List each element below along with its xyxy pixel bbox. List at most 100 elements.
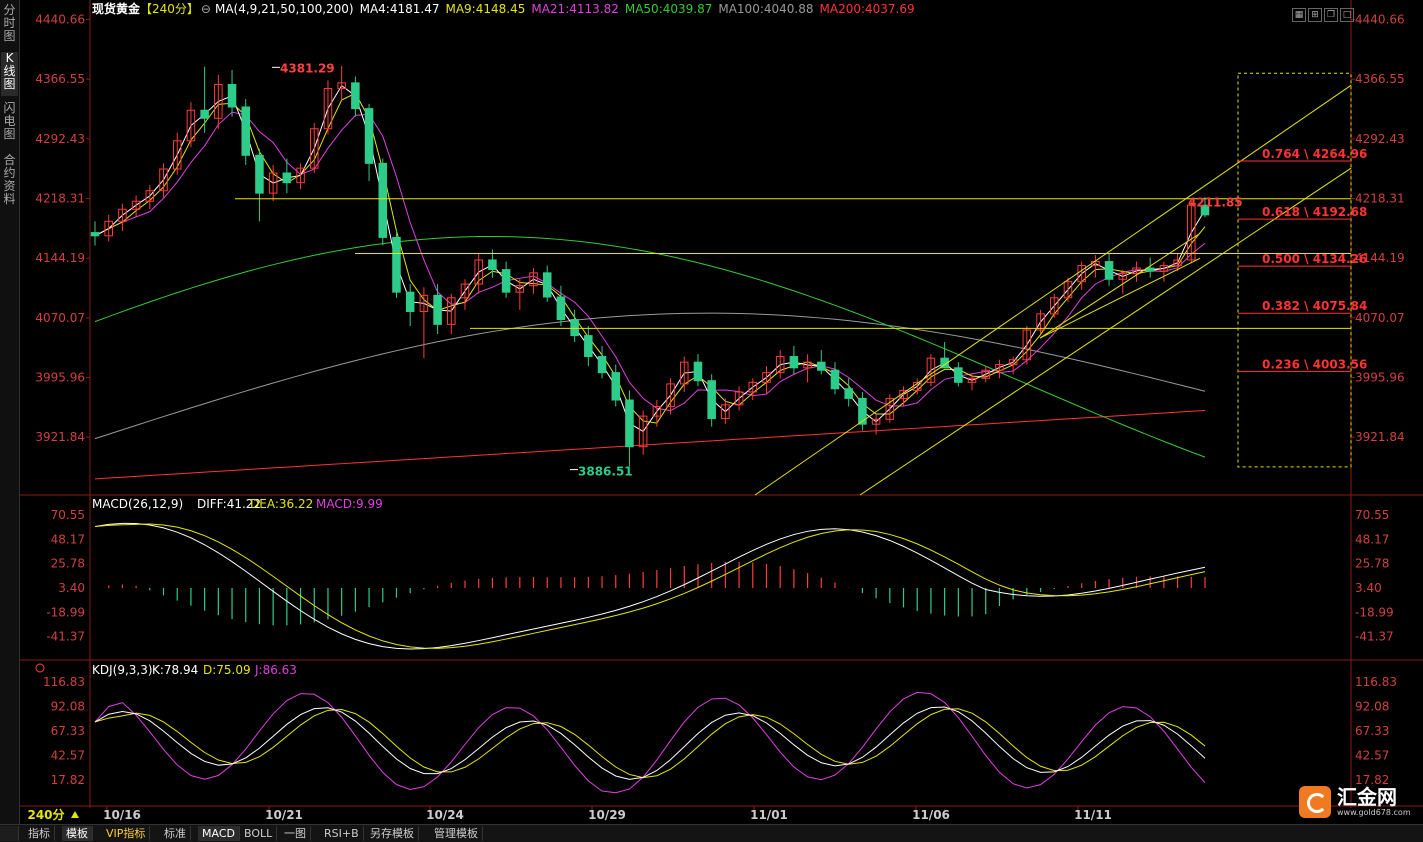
left-vertical-tabs: 分时图 K线图 闪电图 合约资料 — [0, 0, 20, 824]
candle-body — [707, 380, 716, 420]
kdj-tick-right: 92.08 — [1355, 699, 1389, 713]
kdj-tick-left: 17.82 — [51, 773, 85, 787]
date-label: 11/11 — [1074, 808, 1112, 822]
date-label: 11/06 — [912, 808, 950, 822]
chart-canvas[interactable]: 4440.66 4440.66 4366.55 4366.55 4292.43 4292.… — [20, 0, 1423, 824]
macd-tick-left: 70.55 — [51, 508, 85, 522]
price-tick-right: 4292.43 — [1355, 132, 1405, 146]
price-tick-left: 4366.55 — [35, 72, 85, 86]
price-tick-right: 4440.66 — [1355, 13, 1405, 27]
tab-kline-chart[interactable]: K线图 — [1, 52, 18, 96]
tab-standard[interactable]: 标准 — [160, 826, 191, 841]
candle-body — [501, 269, 511, 293]
tab-save-template[interactable]: 另存模板 — [366, 826, 419, 841]
macd-params: MACD(26,12,9) — [92, 497, 183, 511]
maximize-icon[interactable]: □ — [1340, 8, 1354, 22]
bottom-toolbar: 指标 模板 VIP指标 标准 MACD BOLL 一图 RSI+B 另存模板 管… — [0, 824, 1423, 842]
tab-macd[interactable]: MACD — [198, 826, 240, 841]
candle-body — [817, 361, 826, 371]
tab-rsi-b[interactable]: RSI+B — [320, 826, 364, 841]
price-tick-right: 3921.84 — [1355, 430, 1405, 444]
candle-body — [542, 272, 552, 298]
candle-body — [611, 372, 621, 401]
candle-body — [405, 291, 415, 312]
macd-tick-right: -41.37 — [1355, 630, 1394, 644]
candle-body — [584, 335, 593, 358]
macd-tick-right: 25.78 — [1355, 557, 1389, 571]
candle-body — [625, 399, 634, 448]
date-label: 10/29 — [588, 808, 626, 822]
zoom-icon[interactable]: ⊞ — [1308, 8, 1322, 22]
macd-diff-line — [94, 522, 1206, 650]
kdj-tick-left: 67.33 — [51, 724, 85, 738]
candle-body — [351, 82, 360, 110]
candle-body — [789, 356, 799, 369]
logo-url: www.gold678.com — [1337, 808, 1411, 817]
kdj-d: D:75.09 — [203, 663, 251, 677]
candle-body — [858, 397, 867, 425]
fib-level-label: 0.382 \ 4075.84 — [1262, 299, 1367, 313]
bottom-expand-icon[interactable] — [0, 826, 19, 841]
macd-tick-left: 25.78 — [51, 557, 85, 571]
macd-tick-left: 48.17 — [51, 532, 85, 546]
ma-legend: 现货黄金【240分】 ⊖ MA(4,9,21,50,100,200) MA4:4181… — [92, 2, 927, 16]
price-tick-right: 4218.31 — [1355, 192, 1405, 206]
candle-body — [433, 294, 442, 325]
window-controls: ▦ ⊞ ❐ □ — [1290, 2, 1354, 22]
tab-contract-info[interactable]: 合约资料 — [1, 154, 18, 212]
candle-body — [1145, 267, 1155, 272]
grid-icon[interactable]: ▦ — [1292, 8, 1306, 22]
candle-body — [227, 83, 237, 108]
candle-body — [241, 106, 251, 156]
period-label[interactable]: 【240分】 — [140, 2, 199, 16]
macd-tick-right: 3.40 — [1355, 581, 1382, 595]
kdj-tick-right: 42.57 — [1355, 749, 1389, 763]
price-tick-left: 4292.43 — [35, 132, 85, 146]
tab-one-chart[interactable]: 一图 — [280, 826, 311, 841]
tab-indicator[interactable]: 指标 — [24, 826, 55, 841]
tab-vip-indicator[interactable]: VIP指标 — [102, 826, 151, 841]
kdj-tick-left: 92.08 — [51, 699, 85, 713]
ma4-line — [94, 84, 1206, 433]
candle-body — [1104, 261, 1114, 280]
price-tick-left: 3921.84 — [35, 430, 85, 444]
candle-body — [378, 162, 388, 238]
ma9-line — [94, 92, 1206, 424]
tab-flash-chart[interactable]: 闪电图 — [1, 102, 18, 146]
fib-level-label: 0.500 \ 4134.26 — [1262, 252, 1367, 266]
kdj-params: KDJ(9,3,3) — [92, 663, 153, 677]
candle-body — [556, 296, 566, 321]
kdj-tick-right: 116.83 — [1355, 675, 1397, 689]
candle-body — [282, 172, 292, 184]
settings-icon[interactable]: ⊖ — [201, 2, 211, 16]
tab-time-chart[interactable]: 分时图 — [1, 4, 18, 48]
ma-legend-item: MA9:4148.45 — [445, 2, 526, 16]
fib-level-label: 0.764 \ 4264.96 — [1262, 147, 1367, 161]
fib-level-label: 0.618 \ 4192.68 — [1262, 205, 1367, 219]
candle-body — [844, 388, 853, 399]
tab-boll[interactable]: BOLL — [240, 826, 278, 841]
restore-icon[interactable]: ❐ — [1324, 8, 1338, 22]
ma50-line — [94, 235, 1206, 458]
macd-tick-left: -41.37 — [46, 630, 85, 644]
ma-legend-item: MA100:4040.88 — [718, 2, 814, 16]
price-tick-left: 4440.66 — [35, 13, 85, 27]
macd-tick-right: -18.99 — [1355, 605, 1394, 619]
candle-body — [830, 369, 840, 390]
period-up-arrow-icon — [71, 811, 79, 818]
ma-legend-item: MA200:4037.69 — [819, 2, 915, 16]
tab-manage-template[interactable]: 管理模板 — [430, 826, 483, 841]
gold678-logo: 汇金网 www.gold678.com — [1299, 786, 1419, 818]
kdj-j-line — [94, 691, 1206, 794]
low-label: 3886.51 — [578, 465, 633, 479]
candle-body — [200, 109, 209, 119]
price-tick-left: 4144.19 — [35, 251, 85, 265]
logo-text: 汇金网 — [1337, 785, 1397, 809]
logo-mark-icon — [1299, 786, 1331, 818]
kdj-d-line — [94, 708, 1206, 779]
date-label: 10/24 — [426, 808, 464, 822]
macd-dea-line — [94, 523, 1206, 649]
tab-template[interactable]: 模板 — [62, 826, 93, 841]
price-tick-left: 3995.96 — [35, 371, 85, 385]
kdj-settings-icon — [35, 663, 45, 673]
